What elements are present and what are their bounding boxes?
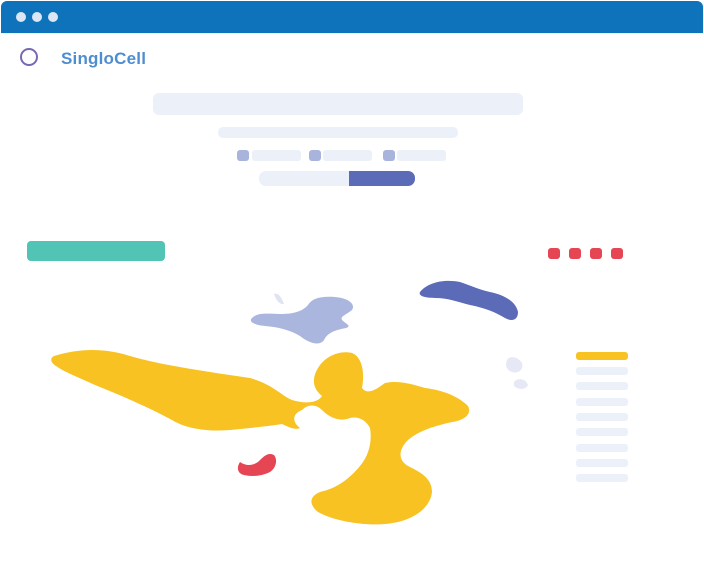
cluster-blue bbox=[419, 280, 518, 320]
cluster-light-blue bbox=[250, 296, 354, 344]
cluster-plot[interactable] bbox=[0, 0, 704, 577]
cluster-yellow bbox=[51, 350, 470, 525]
cluster-light-blue-small bbox=[274, 293, 284, 305]
cluster-red bbox=[237, 453, 277, 476]
cluster-pale-2 bbox=[514, 379, 528, 389]
cluster-pale-1 bbox=[506, 357, 523, 373]
